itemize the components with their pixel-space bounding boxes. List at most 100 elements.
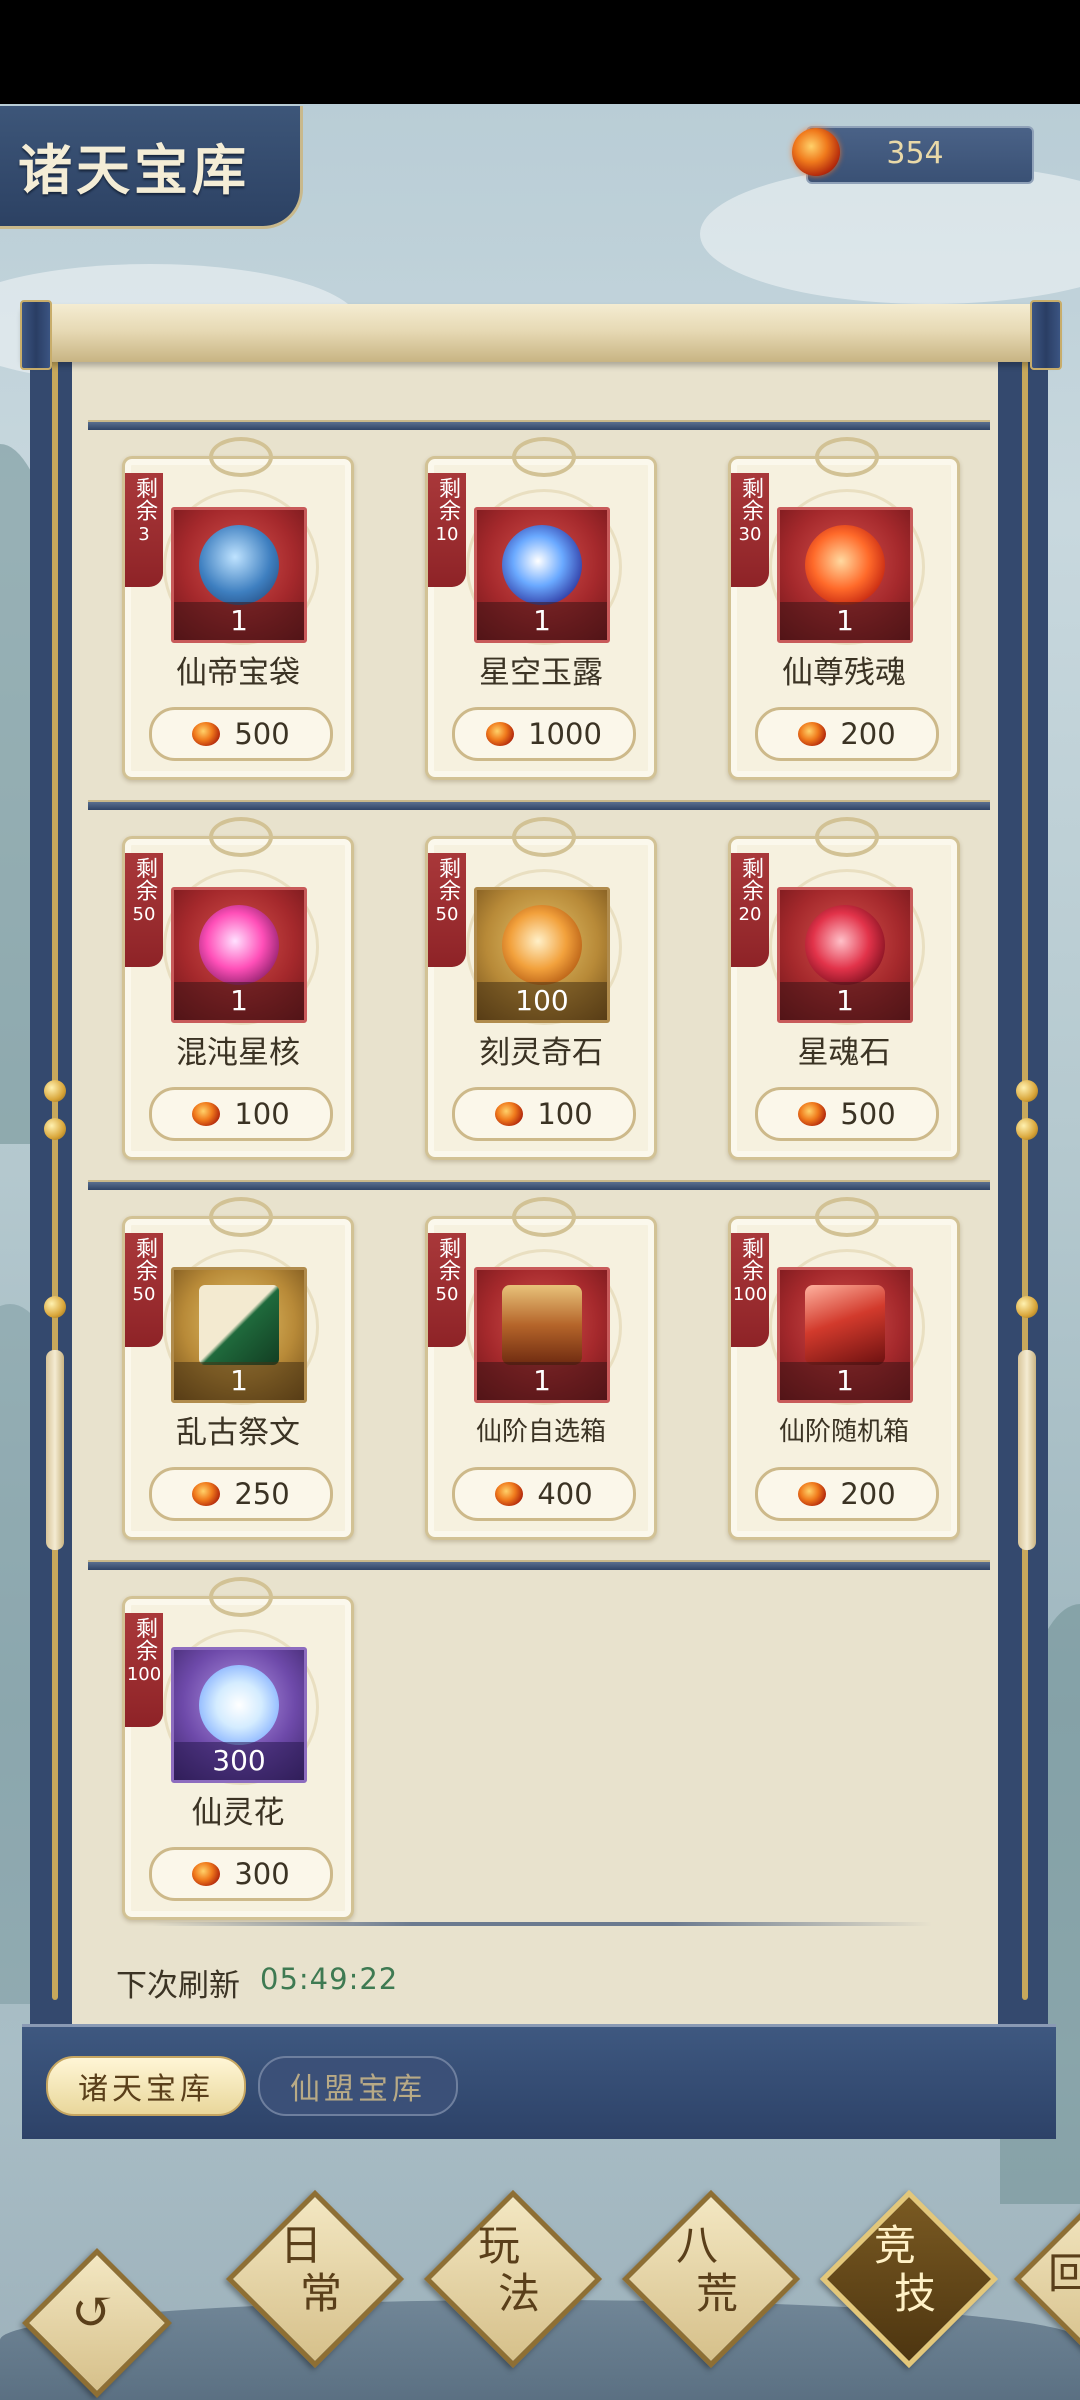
item-quantity: 1 bbox=[174, 982, 304, 1020]
row-divider bbox=[88, 1180, 990, 1190]
stock-tag: 剩余 10 bbox=[428, 473, 466, 587]
shop-item[interactable]: 剩余 50 1 仙阶自选箱 400 bbox=[425, 1197, 657, 1540]
buy-button[interactable]: 250 bbox=[149, 1467, 333, 1521]
fire-orb-icon bbox=[192, 1482, 221, 1506]
scroll-cap bbox=[20, 300, 52, 370]
stock-label: 剩余 bbox=[132, 1617, 157, 1661]
item-name: 仙阶自选箱 bbox=[475, 1417, 606, 1447]
stock-label: 剩余 bbox=[132, 857, 157, 901]
flame-soul-icon: 1 bbox=[777, 507, 913, 643]
tab-zhutian-treasury[interactable]: 诸天宝库 bbox=[46, 2056, 246, 2116]
scroll-rope bbox=[52, 360, 58, 2000]
tassel-decoration bbox=[46, 1350, 64, 1550]
item-art bbox=[199, 525, 279, 605]
item-art bbox=[805, 905, 885, 985]
buy-button[interactable]: 500 bbox=[149, 707, 333, 761]
item-art bbox=[502, 525, 582, 605]
lotus-flower-icon: 300 bbox=[171, 1647, 307, 1783]
stock-label: 剩余 bbox=[738, 857, 763, 901]
item-quantity: 1 bbox=[780, 1362, 910, 1400]
nav-wilderness-char1: 八 bbox=[675, 2221, 718, 2270]
buy-button[interactable]: 100 bbox=[149, 1087, 333, 1141]
buy-button[interactable]: 500 bbox=[755, 1087, 939, 1141]
fire-orb-icon bbox=[798, 1102, 827, 1126]
item-art bbox=[805, 525, 885, 605]
price-value: 400 bbox=[537, 1477, 593, 1511]
fire-orb-icon bbox=[495, 1482, 524, 1506]
nav-wilderness-label: 八 荒 bbox=[661, 2222, 751, 2318]
stock-count: 100 bbox=[732, 1284, 768, 1305]
fire-orb-icon bbox=[798, 1482, 827, 1506]
tab-alliance-treasury[interactable]: 仙盟宝库 bbox=[258, 2056, 458, 2116]
bead-decoration bbox=[44, 1118, 66, 1140]
shop-item[interactable]: 剩余 20 1 星魂石 500 bbox=[728, 817, 960, 1160]
stock-tag: 剩余 20 bbox=[731, 853, 769, 967]
buy-button[interactable]: 400 bbox=[452, 1467, 636, 1521]
stock-tag: 剩余 50 bbox=[428, 853, 466, 967]
spirit-stone-icon: 100 bbox=[474, 887, 610, 1023]
nav-wilderness-char2: 荒 bbox=[695, 2269, 738, 2318]
item-art bbox=[199, 1285, 279, 1365]
shop-item[interactable]: 剩余 50 1 乱古祭文 250 bbox=[122, 1197, 354, 1540]
price-value: 200 bbox=[840, 717, 896, 751]
nav-arena-char2: 技 bbox=[893, 2269, 936, 2318]
treasure-chest-icon: 1 bbox=[474, 1267, 610, 1403]
scripture-book-icon: 1 bbox=[171, 1267, 307, 1403]
row-divider bbox=[88, 1560, 990, 1570]
stock-count: 50 bbox=[435, 904, 459, 925]
divider bbox=[152, 1922, 932, 1926]
soul-stone-icon: 1 bbox=[777, 887, 913, 1023]
back-swirl-icon: ↺ bbox=[71, 2282, 115, 2342]
item-name: 星空玉露 bbox=[479, 655, 603, 691]
shop-item[interactable]: 剩余 10 1 星空玉露 1000 bbox=[425, 437, 657, 780]
nav-daily-char2: 常 bbox=[299, 2269, 342, 2318]
item-art bbox=[199, 1665, 279, 1745]
shop-item[interactable]: 剩余 100 300 仙灵花 300 bbox=[122, 1577, 354, 1920]
item-name: 乱古祭文 bbox=[176, 1415, 300, 1451]
stock-count: 10 bbox=[435, 524, 459, 545]
item-quantity: 100 bbox=[477, 982, 607, 1020]
fire-orb-icon bbox=[192, 1102, 221, 1126]
item-quantity: 1 bbox=[477, 602, 607, 640]
shop-item[interactable]: 剩余 100 1 仙阶随机箱 200 bbox=[728, 1197, 960, 1540]
item-name: 仙尊残魂 bbox=[782, 655, 906, 691]
buy-button[interactable]: 100 bbox=[452, 1087, 636, 1141]
item-quantity: 1 bbox=[174, 1362, 304, 1400]
shop-item[interactable]: 剩余 50 100 刻灵奇石 100 bbox=[425, 817, 657, 1160]
shop-item[interactable]: 剩余 50 1 混沌星核 100 bbox=[122, 817, 354, 1160]
shop-item[interactable]: 剩余 30 1 仙尊残魂 200 bbox=[728, 437, 960, 780]
stock-tag: 剩余 30 bbox=[731, 473, 769, 587]
refresh-label: 下次刷新 bbox=[116, 1968, 240, 2004]
price-value: 200 bbox=[840, 1477, 896, 1511]
page-title: 诸天宝库 bbox=[18, 138, 250, 202]
potion-bottle-icon: 1 bbox=[474, 507, 610, 643]
stock-tag: 剩余 50 bbox=[125, 1233, 163, 1347]
nav-gameplay-char2: 法 bbox=[497, 2269, 540, 2318]
stock-label: 剩余 bbox=[435, 857, 460, 901]
item-name: 仙帝宝袋 bbox=[176, 655, 300, 691]
treasure-bag-icon: 1 bbox=[171, 507, 307, 643]
item-quantity: 1 bbox=[174, 602, 304, 640]
buy-button[interactable]: 300 bbox=[149, 1847, 333, 1901]
item-name: 仙阶随机箱 bbox=[778, 1417, 909, 1447]
random-box-icon: 1 bbox=[777, 1267, 913, 1403]
buy-button[interactable]: 1000 bbox=[452, 707, 636, 761]
shop-item[interactable]: 剩余 3 1 仙帝宝袋 500 bbox=[122, 437, 354, 780]
stock-tag: 剩余 50 bbox=[125, 853, 163, 967]
fire-orb-icon bbox=[798, 722, 827, 746]
stock-tag: 剩余 100 bbox=[125, 1613, 163, 1727]
stock-count: 3 bbox=[138, 524, 150, 545]
scroll-cap bbox=[1030, 300, 1062, 370]
item-name: 混沌星核 bbox=[176, 1035, 300, 1071]
stock-tag: 剩余 3 bbox=[125, 473, 163, 587]
fire-orb-icon bbox=[486, 722, 515, 746]
item-quantity: 1 bbox=[780, 602, 910, 640]
stock-count: 20 bbox=[738, 904, 762, 925]
cloud-decoration bbox=[700, 164, 1080, 304]
nav-return-label: 回 bbox=[1048, 2249, 1080, 2298]
tassel-decoration bbox=[1018, 1350, 1036, 1550]
star-core-icon: 1 bbox=[171, 887, 307, 1023]
buy-button[interactable]: 200 bbox=[755, 1467, 939, 1521]
item-name: 星魂石 bbox=[797, 1035, 891, 1071]
buy-button[interactable]: 200 bbox=[755, 707, 939, 761]
